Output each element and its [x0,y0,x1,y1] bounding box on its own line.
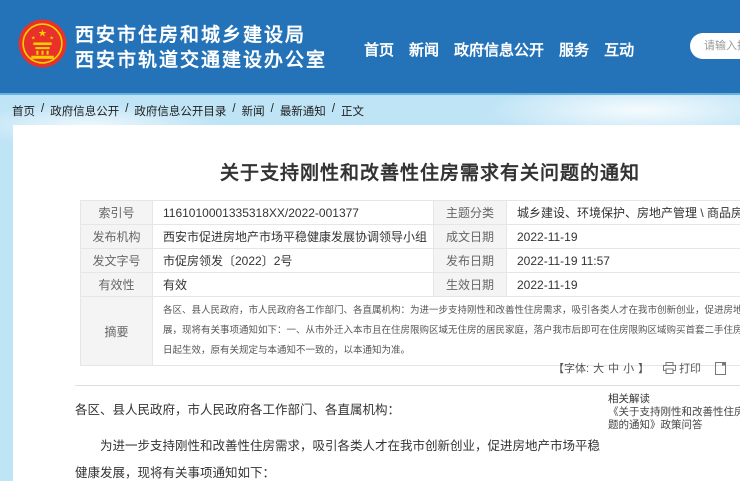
meta-label-written-date: 成文日期 [433,224,507,249]
abstract-line: 日起生效，原有关规定与本通知不一致的，以本通知为准。 [163,345,411,356]
save-doc-button[interactable] [715,361,727,375]
meta-value-index-number: 1161010001335318XX/2022-001377 [152,200,434,225]
meta-value-doc-number: 市促房领发〔2022〕2号 [152,248,434,273]
meta-label-publish-date: 发布日期 [433,248,507,273]
related-link[interactable]: 题的通知》政策问答 [608,419,740,432]
meta-value-topic-category: 城乡建设、环境保护、房地产管理 \ 商品房 [506,200,740,225]
table-row: 有效性 有效 生效日期 2022-11-19 [80,272,740,297]
font-size-medium-button[interactable]: 中 [608,360,619,376]
meta-label-issuing-agency: 发布机构 [80,224,153,249]
site-header: ★ ★ ★ 西安市住房和城乡建设局 西安市轨道交通建设办公室 首页 新闻 政府信… [0,0,740,95]
table-row: 发布机构 西安市促进房地产市场平稳健康发展协调领导小组 成文日期 2022-11… [80,224,740,249]
site-title: 西安市住房和城乡建设局 西安市轨道交通建设办公室 [75,23,327,73]
body-paragraph: 各区、县人民政府，市人民政府各工作部门、各直属机构： [75,403,401,417]
breadcrumb-separator: / [125,103,129,115]
print-button[interactable]: 打印 [663,360,701,376]
table-row: 摘要 各区、县人民政府，市人民政府各工作部门、各直属机构：为进一步支持刚性和改善… [80,296,740,366]
meta-label-index-number: 索引号 [80,200,153,225]
agency-name-line2: 西安市轨道交通建设办公室 [75,50,328,71]
breadcrumb-current: 正文 [341,106,365,118]
meta-value-validity: 有效 [152,272,434,297]
font-size-prefix: 【字体: [553,363,590,375]
meta-value-issuing-agency: 西安市促进房地产市场平稳健康发展协调领导小组 [152,224,434,249]
svg-text:★: ★ [49,35,54,41]
national-emblem-logo: ★ ★ ★ [18,19,67,68]
nav-home[interactable]: 首页 [364,39,394,60]
breadcrumb-separator: / [331,103,336,115]
meta-label-validity: 有效性 [80,272,153,297]
breadcrumb-news[interactable]: 新闻 [242,103,265,119]
article-body: 各区、县人民政府，市人民政府各工作部门、各直属机构： 为进一步支持刚性和改善性住… [75,397,611,481]
body-paragraph: 为进一步支持刚性和改善性住房需求，吸引各类人才在我市创新创业，促进房地产市场平稳… [75,439,601,480]
meta-value-publish-date: 2022-11-19 11:57 [506,248,740,273]
content-divider [75,385,740,386]
page-title: 关于支持刚性和改善性住房需求有关问题的通知 [219,163,640,184]
breadcrumb-separator: / [232,103,236,115]
nav-news[interactable]: 新闻 [409,39,439,60]
search-input[interactable] [690,33,740,59]
table-row: 索引号 1161010001335318XX/2022-001377 主题分类 … [80,200,740,225]
meta-label-effective-date: 生效日期 [433,272,507,297]
meta-value-effective-date: 2022-11-19 [506,272,740,297]
breadcrumb-latest-notices[interactable]: 最新通知 [280,103,326,119]
related-interpretation-panel: 相关解读 《关于支持刚性和改善性住房需求有关问 题的通知》政策问答 [608,393,740,432]
breadcrumb-separator: / [41,103,45,115]
print-button-label: 打印 [679,363,702,375]
article-card: 关于支持刚性和改善性住房需求有关问题的通知 索引号 11610100013353… [13,125,740,481]
meta-label-topic-category: 主题分类 [433,200,507,225]
breadcrumb-home[interactable]: 首页 [12,103,35,119]
font-size-suffix: 】 [638,363,650,375]
svg-text:★: ★ [38,28,47,39]
meta-value-abstract: 各区、县人民政府，市人民政府各工作部门、各直属机构：为进一步支持刚性和改善性住房… [152,296,740,366]
nav-services[interactable]: 服务 [559,39,589,60]
main-nav: 首页 新闻 政府信息公开 服务 互动 [364,39,634,60]
printer-icon [663,362,677,374]
meta-label-abstract: 摘要 [80,296,153,366]
breadcrumb-gov-info-catalog[interactable]: 政府信息公开目录 [134,103,226,119]
document-icon [715,361,727,375]
breadcrumb-separator: / [270,103,274,115]
font-size-control: 【字体: 大 中 小 】 [553,360,649,376]
breadcrumb-gov-info[interactable]: 政府信息公开 [50,103,119,119]
article-toolbar: 【字体: 大 中 小 】 打印 [553,360,727,376]
meta-value-written-date: 2022-11-19 [506,224,740,249]
font-size-small-button[interactable]: 小 [623,360,634,376]
nav-gov-info[interactable]: 政府信息公开 [454,39,544,60]
related-panel-title: 相关解读 [608,393,650,405]
breadcrumb: 首页 / 政府信息公开 / 政府信息公开目录 / 新闻 / 最新通知 / 正文 [12,103,364,119]
abstract-line: 各区、县人民政府，市人民政府各工作部门、各直属机构：为进一步支持刚性和改善性住房… [163,305,740,316]
svg-text:★: ★ [31,35,36,41]
font-size-large-button[interactable]: 大 [593,360,604,376]
abstract-line: 展，现将有关事项通知如下：一、从市外迁入本市且在住房限购区域无住房的居民家庭，落… [163,325,740,336]
meta-label-doc-number: 发文字号 [80,248,153,273]
related-link[interactable]: 《关于支持刚性和改善性住房需求有关问 [608,406,740,419]
page: { "header": { "agency_line1": "西安市住房和城乡建… [0,0,740,481]
nav-interact[interactable]: 互动 [604,39,634,60]
document-meta-table: 索引号 1161010001335318XX/2022-001377 主题分类 … [80,200,740,366]
agency-name-line1: 西安市住房和城乡建设局 [75,25,307,46]
table-row: 发文字号 市促房领发〔2022〕2号 发布日期 2022-11-19 11:57 [80,248,740,273]
